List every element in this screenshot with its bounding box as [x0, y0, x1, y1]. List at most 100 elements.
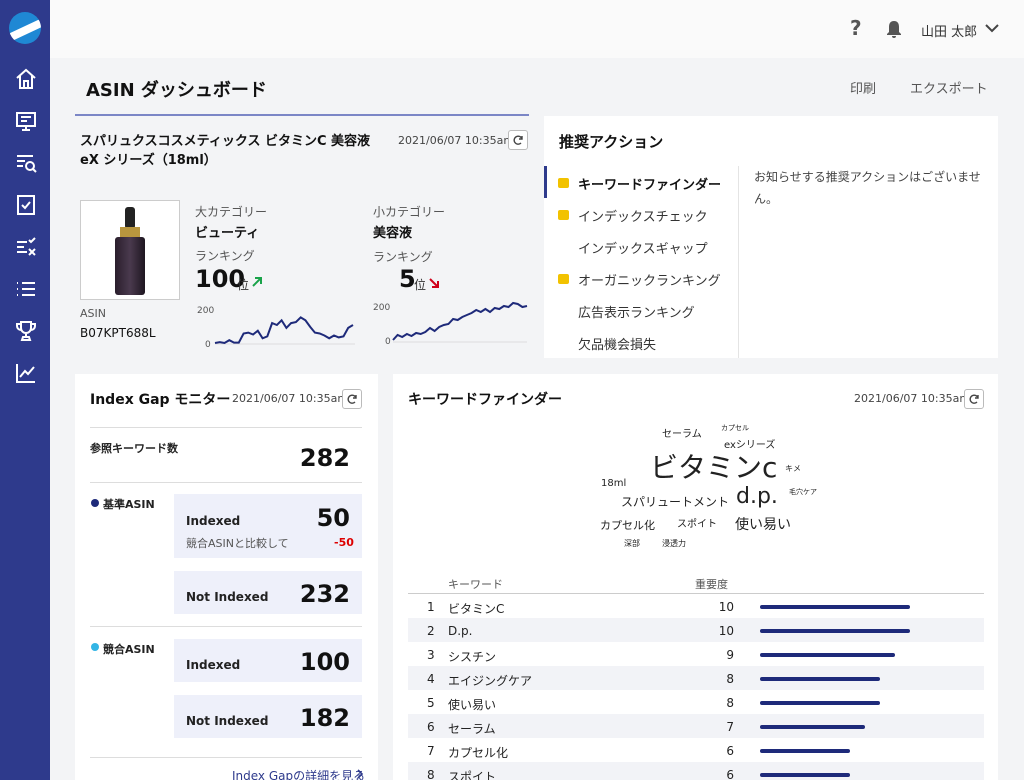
- big-ranking-label: ランキング: [195, 249, 255, 263]
- base-not-indexed-label: Not Indexed: [186, 590, 269, 604]
- list-icon[interactable]: [14, 277, 38, 301]
- product-image: [80, 200, 180, 300]
- chevron-right-icon[interactable]: [356, 769, 364, 779]
- row-keyword: スポイト: [448, 770, 497, 780]
- base-indexed-label: Indexed: [186, 514, 241, 528]
- recommend-message: お知らせする推奨アクションはございません。: [754, 170, 981, 206]
- ref-keywords-value: 282: [299, 444, 350, 472]
- cloud-word: 毛穴ケア: [789, 488, 817, 496]
- index-gap-detail-link[interactable]: Index Gapの詳細を見る: [232, 767, 365, 780]
- comp-asin-dot: [91, 643, 99, 651]
- row-score: 9: [726, 648, 734, 662]
- recommend-item[interactable]: 欠品機会損失: [578, 334, 656, 353]
- asin-label: ASIN: [80, 307, 106, 320]
- search-list-icon[interactable]: [14, 151, 38, 175]
- small-category-label: 小カテゴリー: [373, 205, 446, 219]
- flag-icon: [558, 210, 569, 220]
- row-keyword: 使い易い: [448, 698, 497, 712]
- row-rank: 7: [427, 744, 435, 758]
- base-asin-dot: [91, 499, 99, 507]
- logo-icon[interactable]: [9, 12, 41, 44]
- check-x-icon[interactable]: [14, 235, 38, 259]
- index-gap-refresh-button[interactable]: [342, 389, 362, 409]
- row-keyword: セーラム: [448, 722, 496, 736]
- table-row[interactable]: 7 カプセル化 6: [408, 738, 984, 762]
- row-rank: 3: [427, 648, 435, 662]
- monitor-icon[interactable]: [14, 109, 38, 133]
- compare-note: 競合ASINと比較して: [186, 537, 289, 550]
- row-rank: 2: [427, 624, 435, 638]
- index-gap-timestamp: 2021/06/07 10:35am: [232, 392, 349, 405]
- recommend-item[interactable]: インデックスギャップ: [578, 238, 708, 257]
- sidebar: [0, 0, 50, 780]
- col-keyword-header: キーワード: [448, 578, 503, 591]
- product-refresh-button[interactable]: [508, 130, 528, 150]
- table-row[interactable]: 8 スポイト 6: [408, 762, 984, 780]
- recommend-item[interactable]: インデックスチェック: [578, 206, 708, 225]
- cloud-word: キメ: [785, 464, 801, 473]
- divider: [90, 626, 362, 627]
- small-category-value: 美容液: [373, 226, 413, 241]
- importance-bar: [760, 773, 850, 777]
- recommend-item[interactable]: オーガニックランキング: [578, 270, 721, 289]
- divider: [90, 427, 362, 428]
- row-rank: 4: [427, 672, 435, 686]
- table-row[interactable]: 3 シスチン 9: [408, 642, 984, 666]
- home-icon[interactable]: [14, 67, 38, 91]
- user-name[interactable]: 山田 太郎: [921, 21, 977, 40]
- recommend-active-indicator: [544, 166, 547, 198]
- asin-value: B07KPT688L: [80, 326, 156, 340]
- bell-icon[interactable]: [884, 19, 904, 39]
- cloud-word: スパリュートメント: [621, 495, 730, 509]
- trophy-icon[interactable]: [14, 319, 38, 343]
- cloud-word: 18ml: [601, 478, 627, 489]
- cloud-word: カプセル化: [600, 519, 655, 532]
- table-row[interactable]: 1 ビタミンC 10: [408, 594, 984, 618]
- row-score: 7: [726, 720, 734, 734]
- row-score: 10: [718, 600, 734, 614]
- line-chart-icon[interactable]: [14, 361, 38, 385]
- comp-indexed-value: 100: [299, 648, 350, 676]
- recommend-card: [544, 116, 998, 358]
- importance-bar: [760, 749, 850, 753]
- col-importance-header: 重要度: [695, 578, 728, 591]
- base-not-indexed-value: 232: [299, 580, 350, 608]
- refresh-icon: [969, 394, 979, 404]
- export-button[interactable]: エクスポート: [910, 78, 988, 97]
- small-rank-unit: 位: [414, 278, 427, 292]
- product-name: スパリュクスコスメティックス ビタミンC 美容液 eX シリーズ（18ml）: [80, 134, 371, 168]
- trend-up-icon: [252, 277, 262, 287]
- index-gap-title: Index Gap モニター: [90, 392, 231, 408]
- base-asin-label: 基準ASIN: [103, 498, 155, 511]
- row-keyword: D.p.: [448, 624, 473, 638]
- table-row[interactable]: 5 使い易い 8: [408, 690, 984, 714]
- chevron-down-icon[interactable]: [984, 22, 1000, 34]
- print-button[interactable]: 印刷: [850, 78, 876, 97]
- row-score: 8: [726, 672, 734, 686]
- table-row[interactable]: 6 セーラム 7: [408, 714, 984, 738]
- row-score: 10: [718, 624, 734, 638]
- help-icon[interactable]: ?: [850, 16, 862, 40]
- table-row[interactable]: 2 D.p. 10: [408, 618, 984, 642]
- comp-indexed-label: Indexed: [186, 658, 241, 672]
- row-score: 6: [726, 744, 734, 758]
- table-row[interactable]: 4 エイジングケア 8: [408, 666, 984, 690]
- cloud-word: セーラム: [662, 429, 702, 440]
- cloud-word: 深部: [624, 539, 640, 548]
- recommend-item[interactable]: キーワードファインダー: [578, 174, 721, 193]
- keyword-finder-title: キーワードファインダー: [408, 392, 562, 408]
- small-spark-min-label: 0: [385, 337, 391, 347]
- row-score: 6: [726, 768, 734, 780]
- divider: [90, 757, 362, 758]
- checklist-icon[interactable]: [14, 193, 38, 217]
- importance-bar: [760, 605, 910, 609]
- keyword-finder-refresh-button[interactable]: [964, 389, 984, 409]
- big-rank-unit: 位: [237, 278, 250, 292]
- importance-bar: [760, 629, 910, 633]
- cloud-word: 使い易い: [735, 517, 791, 533]
- recommend-item[interactable]: 広告表示ランキング: [578, 302, 695, 321]
- cloud-word: 浸透力: [662, 539, 686, 548]
- comp-not-indexed-value: 182: [299, 704, 350, 732]
- cloud-word: ビタミンc: [650, 451, 778, 484]
- recommend-title: 推奨アクション: [559, 133, 664, 151]
